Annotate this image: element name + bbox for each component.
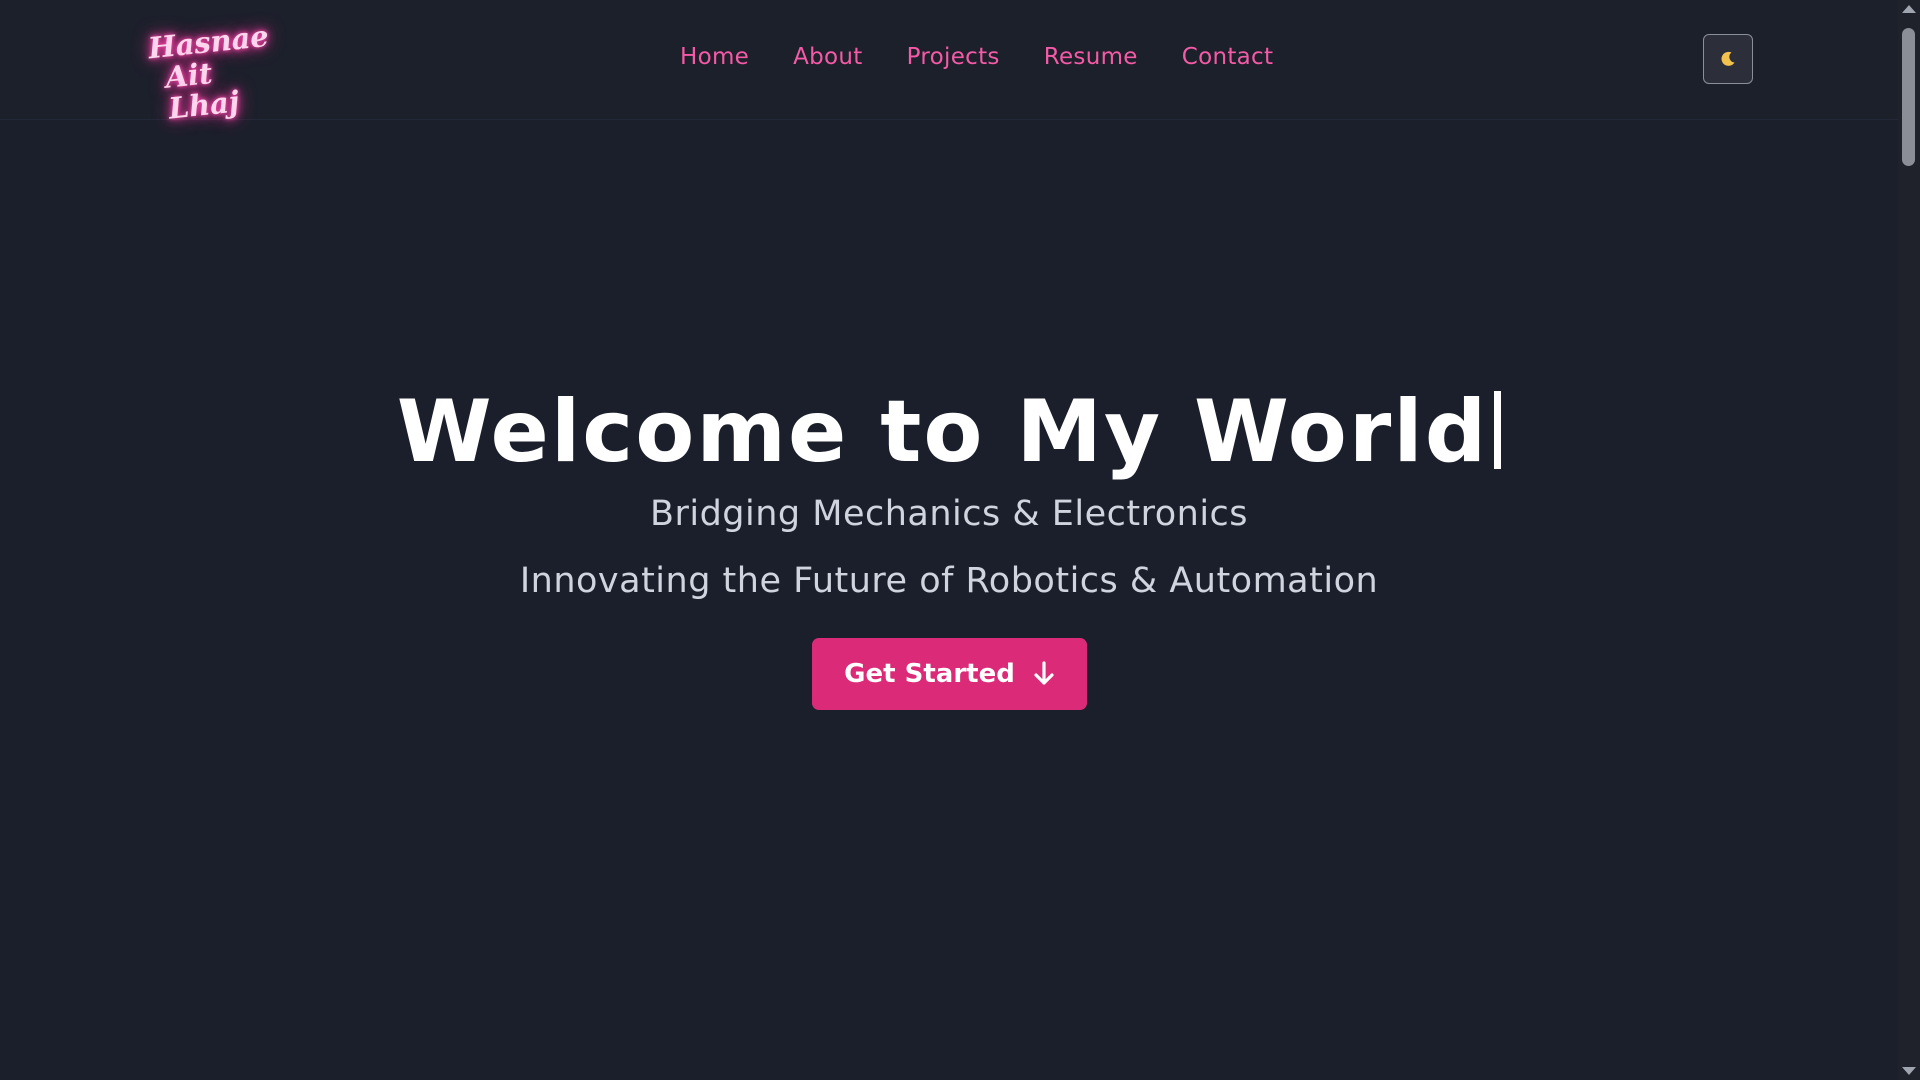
logo[interactable]: Hasnae Ait Lhaj: [147, 19, 294, 126]
get-started-button[interactable]: Get Started: [812, 638, 1087, 710]
page: Hasnae Ait Lhaj Home About Projects Resu…: [0, 0, 1920, 1080]
nav-link-about[interactable]: About: [793, 44, 863, 70]
hero-subtitle-2: Innovating the Future of Robotics & Auto…: [519, 561, 1379, 601]
nav-link-home[interactable]: Home: [680, 44, 749, 70]
theme-toggle-button[interactable]: [1703, 34, 1753, 84]
nav-link-contact[interactable]: Contact: [1182, 44, 1274, 70]
navbar: Hasnae Ait Lhaj Home About Projects Resu…: [0, 0, 1898, 126]
hero-title: Welcome to My World: [0, 382, 1898, 482]
nav-link-projects[interactable]: Projects: [907, 44, 1000, 70]
scrollbar-thumb[interactable]: [1902, 28, 1915, 166]
hero-title-text: Welcome to My World: [396, 382, 1489, 482]
typing-cursor: [1494, 391, 1502, 469]
nav-link-resume[interactable]: Resume: [1044, 44, 1138, 70]
scroll-down-arrow-icon[interactable]: [1902, 1067, 1916, 1075]
get-started-label: Get Started: [844, 659, 1015, 689]
vertical-scrollbar[interactable]: [1898, 0, 1920, 1080]
hero-subtitle-1: Bridging Mechanics & Electronics: [649, 494, 1249, 534]
nav-links: Home About Projects Resume Contact: [680, 44, 1273, 70]
logo-line-2: Ait Lhaj: [163, 55, 241, 126]
scroll-up-arrow-icon[interactable]: [1902, 5, 1916, 13]
arrow-down-icon: [1034, 661, 1054, 685]
moon-icon: [1721, 51, 1735, 66]
